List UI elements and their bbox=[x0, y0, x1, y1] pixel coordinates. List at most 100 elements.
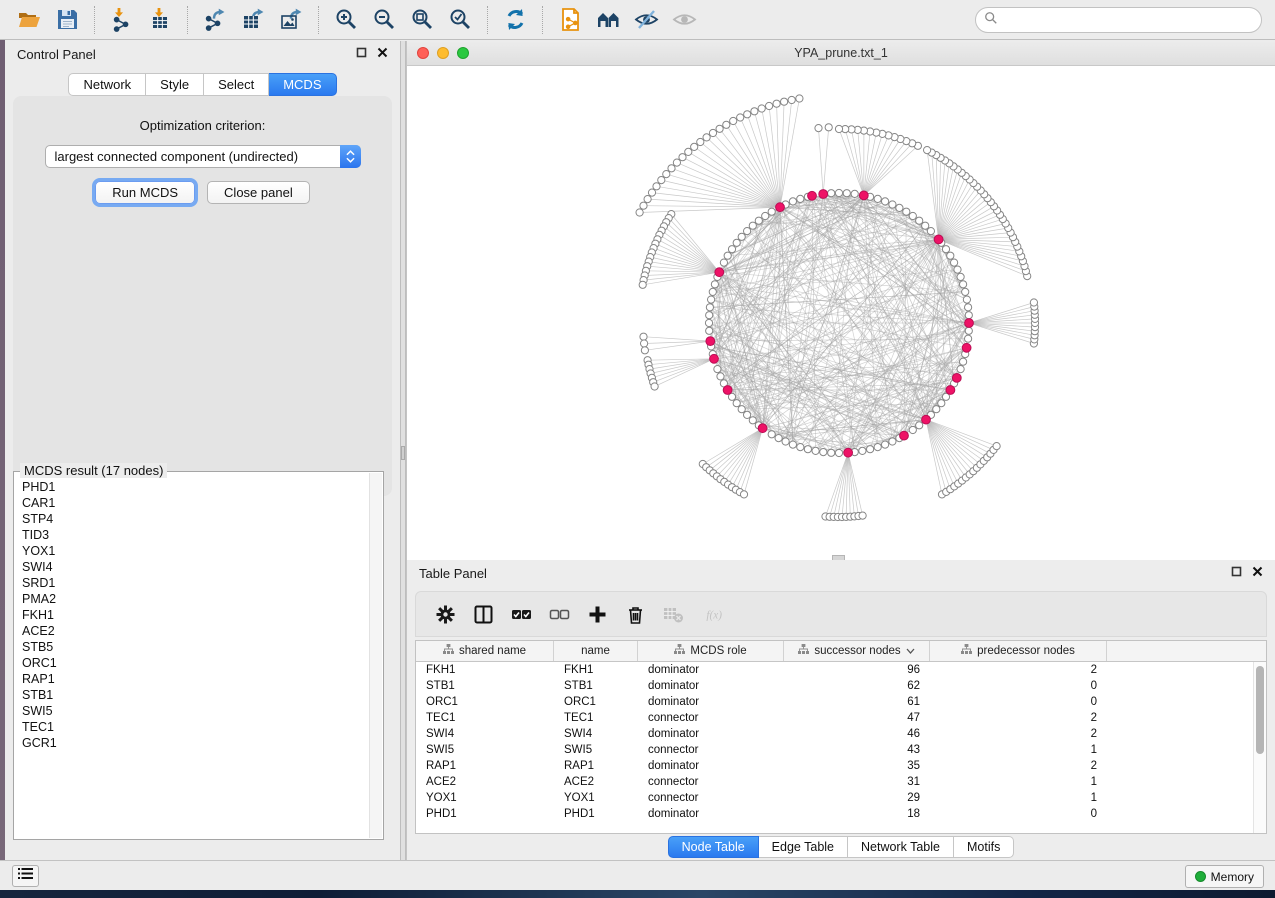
column-header-name[interactable]: name bbox=[554, 641, 638, 661]
close-panel-button[interactable]: Close panel bbox=[207, 181, 310, 204]
cell-successor-nodes[interactable]: 29 bbox=[784, 792, 930, 804]
cell-name[interactable]: STB1 bbox=[554, 680, 638, 692]
cell-shared-name[interactable]: RAP1 bbox=[416, 760, 554, 772]
cell-predecessor-nodes[interactable]: 2 bbox=[930, 712, 1107, 724]
column-header-successor-nodes[interactable]: successor nodes bbox=[784, 641, 930, 661]
cell-name[interactable]: TEC1 bbox=[554, 712, 638, 724]
gear-icon[interactable] bbox=[430, 599, 460, 629]
cell-name[interactable]: FKH1 bbox=[554, 664, 638, 676]
network-window-titlebar[interactable]: YPA_prune.txt_1 bbox=[407, 41, 1275, 66]
column-header-predecessor-nodes[interactable]: predecessor nodes bbox=[930, 641, 1107, 661]
cell-predecessor-nodes[interactable]: 1 bbox=[930, 776, 1107, 788]
close-panel-icon[interactable] bbox=[1252, 564, 1263, 582]
cell-successor-nodes[interactable]: 61 bbox=[784, 696, 930, 708]
columns-icon[interactable] bbox=[468, 599, 498, 629]
table-scrollbar-thumb[interactable] bbox=[1256, 666, 1264, 754]
cell-name[interactable]: YOX1 bbox=[554, 792, 638, 804]
table-tab-node-table[interactable]: Node Table bbox=[668, 836, 759, 858]
export-table-icon[interactable] bbox=[234, 5, 272, 35]
cell-predecessor-nodes[interactable]: 0 bbox=[930, 680, 1107, 692]
cell-name[interactable]: PHD1 bbox=[554, 808, 638, 820]
cell-shared-name[interactable]: ORC1 bbox=[416, 696, 554, 708]
table-row[interactable]: ACE2ACE2connector311 bbox=[416, 774, 1253, 790]
mcds-result-item[interactable]: STB1 bbox=[22, 687, 369, 703]
cell-shared-name[interactable]: PHD1 bbox=[416, 808, 554, 820]
mcds-result-item[interactable]: SRD1 bbox=[22, 575, 369, 591]
cell-successor-nodes[interactable]: 47 bbox=[784, 712, 930, 724]
network-canvas[interactable] bbox=[407, 66, 1275, 560]
cell-name[interactable]: SWI4 bbox=[554, 728, 638, 740]
cell-shared-name[interactable]: YOX1 bbox=[416, 792, 554, 804]
add-row-icon[interactable] bbox=[582, 599, 612, 629]
new-network-from-selection-icon[interactable] bbox=[551, 5, 589, 35]
cell-MCDS-role[interactable]: dominator bbox=[638, 728, 784, 740]
mcds-result-item[interactable]: STB5 bbox=[22, 639, 369, 655]
float-panel-icon[interactable] bbox=[356, 45, 367, 63]
mcds-result-item[interactable]: PHD1 bbox=[22, 479, 369, 495]
refresh-layout-icon[interactable] bbox=[496, 5, 534, 35]
cell-successor-nodes[interactable]: 62 bbox=[784, 680, 930, 692]
mcds-result-item[interactable]: CAR1 bbox=[22, 495, 369, 511]
tab-network[interactable]: Network bbox=[68, 73, 146, 96]
mcds-list-scrollbar[interactable] bbox=[369, 473, 382, 838]
mcds-result-item[interactable]: PMA2 bbox=[22, 591, 369, 607]
mcds-result-list[interactable]: PHD1CAR1STP4TID3YOX1SWI4SRD1PMA2FKH1ACE2… bbox=[15, 473, 369, 838]
cell-MCDS-role[interactable]: connector bbox=[638, 792, 784, 804]
cell-name[interactable]: RAP1 bbox=[554, 760, 638, 772]
select-all-icon[interactable] bbox=[506, 599, 536, 629]
export-image-icon[interactable] bbox=[272, 5, 310, 35]
cell-MCDS-role[interactable]: dominator bbox=[638, 808, 784, 820]
cell-shared-name[interactable]: SWI4 bbox=[416, 728, 554, 740]
vertical-splitter-handle[interactable] bbox=[401, 446, 405, 460]
float-panel-icon[interactable] bbox=[1231, 564, 1242, 582]
cell-successor-nodes[interactable]: 43 bbox=[784, 744, 930, 756]
save-session-icon[interactable] bbox=[48, 5, 86, 35]
cell-MCDS-role[interactable]: dominator bbox=[638, 664, 784, 676]
cell-predecessor-nodes[interactable]: 1 bbox=[930, 744, 1107, 756]
table-tab-network-table[interactable]: Network Table bbox=[848, 836, 954, 858]
column-header-MCDS-role[interactable]: MCDS role bbox=[638, 641, 784, 661]
cell-shared-name[interactable]: ACE2 bbox=[416, 776, 554, 788]
export-network-icon[interactable] bbox=[196, 5, 234, 35]
cell-predecessor-nodes[interactable]: 2 bbox=[930, 728, 1107, 740]
table-row[interactable]: PHD1PHD1dominator180 bbox=[416, 806, 1253, 822]
table-scrollbar[interactable] bbox=[1253, 662, 1266, 833]
search-box[interactable] bbox=[975, 7, 1262, 33]
mcds-result-item[interactable]: GCR1 bbox=[22, 735, 369, 751]
open-file-icon[interactable] bbox=[10, 5, 48, 35]
table-row[interactable]: RAP1RAP1dominator352 bbox=[416, 758, 1253, 774]
cell-successor-nodes[interactable]: 35 bbox=[784, 760, 930, 772]
cell-MCDS-role[interactable]: dominator bbox=[638, 680, 784, 692]
table-row[interactable]: TEC1TEC1connector472 bbox=[416, 710, 1253, 726]
import-network-icon[interactable] bbox=[103, 5, 141, 35]
tab-mcds[interactable]: MCDS bbox=[269, 73, 336, 96]
mcds-result-item[interactable]: SWI4 bbox=[22, 559, 369, 575]
zoom-in-icon[interactable] bbox=[327, 5, 365, 35]
run-mcds-button[interactable]: Run MCDS bbox=[95, 181, 195, 204]
cell-predecessor-nodes[interactable]: 0 bbox=[930, 696, 1107, 708]
task-history-button[interactable] bbox=[12, 865, 39, 887]
cell-successor-nodes[interactable]: 96 bbox=[784, 664, 930, 676]
mcds-result-item[interactable]: ACE2 bbox=[22, 623, 369, 639]
cell-shared-name[interactable]: TEC1 bbox=[416, 712, 554, 724]
mcds-result-item[interactable]: SWI5 bbox=[22, 703, 369, 719]
cell-successor-nodes[interactable]: 18 bbox=[784, 808, 930, 820]
close-panel-icon[interactable] bbox=[377, 45, 388, 63]
deselect-all-icon[interactable] bbox=[544, 599, 574, 629]
cell-predecessor-nodes[interactable]: 2 bbox=[930, 664, 1107, 676]
cell-shared-name[interactable]: STB1 bbox=[416, 680, 554, 692]
mcds-result-item[interactable]: TID3 bbox=[22, 527, 369, 543]
cell-predecessor-nodes[interactable]: 1 bbox=[930, 792, 1107, 804]
table-row[interactable]: SWI5SWI5connector431 bbox=[416, 742, 1253, 758]
table-row[interactable]: ORC1ORC1dominator610 bbox=[416, 694, 1253, 710]
cell-MCDS-role[interactable]: connector bbox=[638, 712, 784, 724]
memory-button[interactable]: Memory bbox=[1185, 865, 1264, 888]
cell-successor-nodes[interactable]: 31 bbox=[784, 776, 930, 788]
hide-selected-icon[interactable] bbox=[627, 5, 665, 35]
cell-predecessor-nodes[interactable]: 2 bbox=[930, 760, 1107, 772]
tab-style[interactable]: Style bbox=[146, 73, 204, 96]
mcds-result-item[interactable]: TEC1 bbox=[22, 719, 369, 735]
table-row[interactable]: YOX1YOX1connector291 bbox=[416, 790, 1253, 806]
mcds-result-item[interactable]: RAP1 bbox=[22, 671, 369, 687]
table-tab-edge-table[interactable]: Edge Table bbox=[759, 836, 848, 858]
